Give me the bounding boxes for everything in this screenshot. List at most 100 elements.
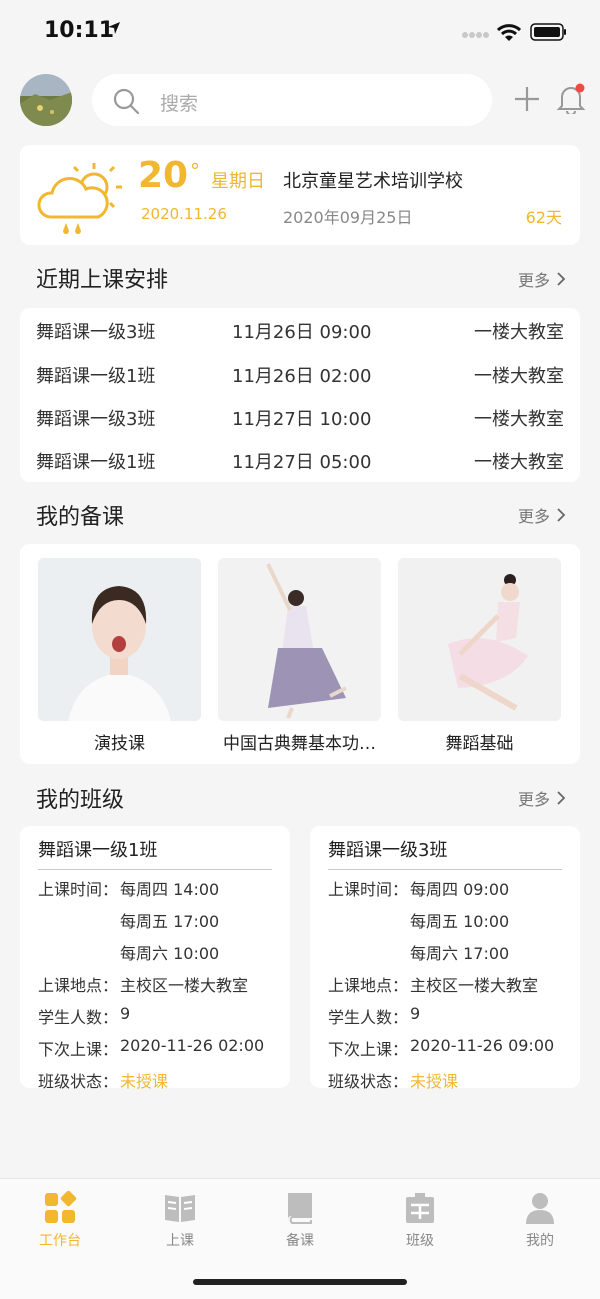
prep-item[interactable]: 演技课 [38, 558, 201, 754]
next-label: 下次上课： [328, 1040, 409, 1059]
class-time: 每周六 17:00 [410, 944, 510, 963]
location-arrow-icon [108, 22, 120, 34]
time-label: 上课时间： [328, 880, 409, 899]
schedule-row[interactable]: 舞蹈课一级3班 11月27日 10:00 一楼大教室 [20, 405, 580, 435]
schedule-room: 一楼大教室 [474, 452, 564, 473]
prep-label: 中国古典舞基本功… [223, 734, 376, 754]
tab-classes[interactable]: 班级 [360, 1191, 480, 1250]
weather-date: 2020.11.26 [141, 205, 227, 223]
class-time: 每周四 14:00 [120, 880, 220, 899]
schedule-room: 一楼大教室 [474, 409, 564, 430]
class-name: 舞蹈课一级1班 [38, 840, 158, 861]
classes-more-link[interactable]: 更多 [518, 786, 566, 810]
plus-icon[interactable] [512, 84, 542, 114]
prep-thumbnail [398, 558, 561, 721]
class-students: 9 [120, 1004, 131, 1023]
status-label: 班级状态： [38, 1072, 119, 1091]
school-days: 62天 [525, 208, 562, 227]
divider [328, 869, 562, 870]
prep-thumbnail [218, 558, 381, 721]
place-label: 上课地点： [328, 976, 409, 995]
class-students: 9 [410, 1004, 421, 1023]
schedule-list: 舞蹈课一级3班 11月26日 09:00 一楼大教室 舞蹈课一级1班 11月26… [20, 308, 580, 482]
place-label: 上课地点： [38, 976, 119, 995]
classes-title: 我的班级 [36, 788, 125, 813]
tab-label: 上课 [166, 1233, 194, 1249]
class-card[interactable]: 舞蹈课一级3班 上课时间： 每周四 09:00 每周五 10:00 每周六 17… [310, 826, 580, 1091]
tab-label: 班级 [406, 1233, 434, 1249]
class-card[interactable]: 舞蹈课一级1班 上课时间： 每周四 14:00 每周五 17:00 每周六 10… [20, 826, 290, 1091]
class-place: 主校区一楼大教室 [120, 976, 249, 995]
school-name: 北京童星艺术培训学校 [283, 171, 463, 192]
class-name: 舞蹈课一级3班 [328, 840, 448, 861]
book-icon [288, 1193, 312, 1224]
class-time: 每周六 10:00 [120, 944, 220, 963]
schedule-class: 舞蹈课一级3班 [36, 322, 156, 343]
degree-symbol: ° [190, 159, 200, 183]
chevron-right-icon [557, 791, 566, 805]
prep-item[interactable]: 舞蹈基础 [398, 558, 561, 754]
weekday: 星期日 [211, 171, 265, 192]
more-label: 更多 [517, 271, 550, 290]
schedule-room: 一楼大教室 [474, 366, 564, 387]
class-next: 2020-11-26 02:00 [120, 1036, 265, 1055]
prep-thumbnail [38, 558, 201, 721]
status-bar: 10:11 [0, 0, 600, 64]
status-label: 班级状态： [328, 1072, 409, 1091]
avatar[interactable] [20, 74, 72, 126]
schedule-time: 11月26日 09:00 [232, 322, 372, 343]
prep-more-link[interactable]: 更多 [518, 503, 566, 527]
prep-label: 舞蹈基础 [445, 734, 514, 754]
students-label: 学生人数： [328, 1008, 409, 1027]
schedule-class: 舞蹈课一级1班 [36, 366, 156, 387]
chevron-right-icon [557, 272, 566, 286]
tab-label: 备课 [286, 1233, 314, 1249]
tab-class[interactable]: 上课 [120, 1191, 240, 1250]
tab-workbench[interactable]: 工作台 [0, 1191, 120, 1250]
class-time: 每周五 10:00 [410, 912, 510, 931]
more-label: 更多 [517, 507, 550, 526]
search-input[interactable]: 搜索 [92, 74, 492, 126]
class-time: 每周五 17:00 [120, 912, 220, 931]
tab-label: 我的 [526, 1233, 554, 1249]
schedule-row[interactable]: 舞蹈课一级1班 11月27日 05:00 一楼大教室 [20, 448, 580, 478]
temperature: 20 [138, 155, 189, 196]
schedule-time: 11月27日 10:00 [232, 409, 372, 430]
home-indicator[interactable] [193, 1279, 407, 1285]
tab-mine[interactable]: 我的 [480, 1191, 600, 1250]
class-next: 2020-11-26 09:00 [410, 1036, 555, 1055]
prep-item[interactable]: 中国古典舞基本功… [218, 558, 381, 754]
more-label: 更多 [517, 790, 550, 809]
schedule-row[interactable]: 舞蹈课一级1班 11月26日 02:00 一楼大教室 [20, 362, 580, 392]
class-status: 未授课 [120, 1072, 169, 1091]
weather-card: 20 ° 星期日 2020.11.26 北京童星艺术培训学校 2020年09月2… [20, 145, 580, 245]
status-time: 10:11 [44, 18, 115, 43]
tab-prep[interactable]: 备课 [240, 1191, 360, 1250]
students-label: 学生人数： [38, 1008, 119, 1027]
schedule-class: 舞蹈课一级3班 [36, 409, 156, 430]
schedule-more-link[interactable]: 更多 [518, 267, 566, 291]
weather-cloud-rain-icon [37, 163, 122, 234]
workbench-icon [45, 1191, 77, 1223]
signal-dots-icon [462, 32, 489, 38]
notification-bell-icon[interactable] [556, 82, 586, 114]
schedule-row[interactable]: 舞蹈课一级3班 11月26日 09:00 一楼大教室 [20, 318, 580, 348]
battery-icon [530, 23, 566, 41]
tab-label: 工作台 [39, 1233, 81, 1249]
class-status: 未授课 [410, 1072, 459, 1091]
chevron-right-icon [557, 508, 566, 522]
divider [38, 869, 272, 870]
classroom-icon [406, 1193, 434, 1223]
class-place: 主校区一楼大教室 [410, 976, 539, 995]
schedule-time: 11月27日 05:00 [232, 452, 372, 473]
schedule-title: 近期上课安排 [36, 268, 169, 293]
search-placeholder: 搜索 [160, 93, 199, 115]
schedule-time: 11月26日 02:00 [232, 366, 372, 387]
next-label: 下次上课： [38, 1040, 119, 1059]
search-icon [113, 88, 140, 115]
schedule-room: 一楼大教室 [474, 322, 564, 343]
school-date: 2020年09月25日 [283, 208, 413, 227]
wifi-icon [497, 24, 521, 41]
class-time: 每周四 09:00 [410, 880, 510, 899]
prep-label: 演技课 [94, 734, 145, 754]
